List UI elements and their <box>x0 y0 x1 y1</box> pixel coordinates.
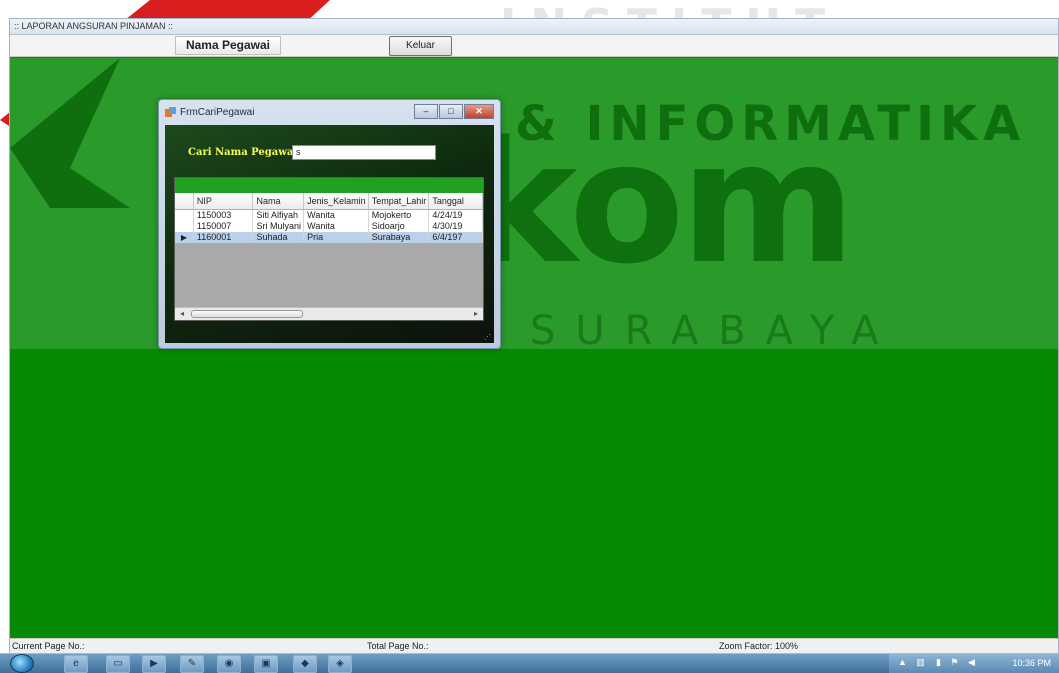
column-header-jenis-kelamin[interactable]: Jenis_Kelamin <box>304 193 369 209</box>
column-header-nama[interactable]: Nama <box>253 193 305 209</box>
employee-grid[interactable]: NIP Nama Jenis_Kelamin Tempat_Lahir Tang… <box>174 177 484 321</box>
program-icon[interactable]: ◈ <box>328 655 352 673</box>
status-bar: Current Page No.: Total Page No.: Zoom F… <box>10 638 1058 653</box>
network-icon[interactable]: ▥ <box>915 657 926 668</box>
dialog-body: Cari Nama Pegawai s NIP Nama Jenis_Kelam… <box>165 125 494 343</box>
cell-nip[interactable]: 1150003 <box>194 210 254 221</box>
table-row-selected[interactable]: ▶ 1160001 Suhada Pria Surabaya 6/4/197 <box>175 232 483 243</box>
table-row[interactable]: 1150007 Sri Mulyani Wanita Sidoarjo 4/30… <box>175 221 483 232</box>
row-pointer-icon[interactable]: ▶ <box>175 232 194 243</box>
minimize-icon: – <box>423 106 429 116</box>
frm-cari-pegawai-dialog: FrmCariPegawai – □ ✕ Cari Nama Pegawai s… <box>158 99 501 349</box>
column-header-tanggal[interactable]: Tanggal <box>429 193 483 209</box>
zoom-factor-label: Zoom Factor: 100% <box>719 641 799 651</box>
flag-icon[interactable]: ⚑ <box>949 657 960 668</box>
window-icon[interactable]: ▣ <box>254 655 278 673</box>
cell-jenis-kelamin[interactable]: Pria <box>304 232 369 243</box>
close-button[interactable]: ✕ <box>464 104 494 119</box>
start-button[interactable] <box>10 654 34 673</box>
maximize-icon: □ <box>448 106 454 116</box>
media-player-icon[interactable]: ▶ <box>142 655 166 673</box>
row-header[interactable] <box>175 221 194 232</box>
maximize-button[interactable]: □ <box>439 104 463 119</box>
clock[interactable]: 10:36 PM <box>1012 658 1051 668</box>
firefox-icon[interactable]: ◉ <box>217 655 241 673</box>
search-input[interactable]: s <box>292 145 436 160</box>
row-header[interactable] <box>175 210 194 221</box>
close-icon: ✕ <box>475 106 483 116</box>
resize-grip-icon[interactable]: ⋰ <box>484 333 492 341</box>
scroll-left-icon[interactable]: ◂ <box>176 309 188 318</box>
form-icon <box>165 107 176 117</box>
cell-nama[interactable]: Siti Alfiyah <box>253 210 305 221</box>
folder-icon[interactable]: ▭ <box>106 655 130 673</box>
keluar-button[interactable]: Keluar <box>389 36 452 56</box>
cell-tempat-lahir[interactable]: Mojokerto <box>369 210 430 221</box>
column-header-tempat-lahir[interactable]: Tempat_Lahir <box>369 193 430 209</box>
paint-icon[interactable]: ✎ <box>180 655 204 673</box>
cell-jenis-kelamin[interactable]: Wanita <box>304 210 369 221</box>
toolbar: Nama Pegawai Keluar <box>10 35 1058 57</box>
cell-jenis-kelamin[interactable]: Wanita <box>304 221 369 232</box>
scrollbar-thumb[interactable] <box>191 310 303 318</box>
window-title: :: LAPORAN ANGSURAN PINJAMAN :: <box>10 19 1058 35</box>
row-header-corner <box>175 193 194 209</box>
cell-tanggal[interactable]: 4/24/19 <box>429 210 483 221</box>
watermark-surabaya: SURABAYA <box>530 308 899 354</box>
show-hidden-icon[interactable]: ▲ <box>897 657 908 668</box>
battery-icon[interactable]: ▮ <box>933 657 944 668</box>
total-page-label: Total Page No.: <box>367 641 429 651</box>
grid-caption-bar <box>175 178 483 193</box>
cell-tempat-lahir[interactable]: Sidoarjo <box>369 221 430 232</box>
search-label: Cari Nama Pegawai <box>188 147 298 158</box>
dialog-title: FrmCariPegawai <box>180 107 255 118</box>
ie-icon[interactable]: e <box>64 655 88 673</box>
cell-nip[interactable]: 1160001 <box>194 232 254 243</box>
app-icon[interactable]: ◆ <box>293 655 317 673</box>
cell-nip[interactable]: 1150007 <box>194 221 254 232</box>
cell-tanggal[interactable]: 6/4/197 <box>429 232 483 243</box>
grid-header: NIP Nama Jenis_Kelamin Tempat_Lahir Tang… <box>175 193 483 210</box>
cell-tanggal[interactable]: 4/30/19 <box>429 221 483 232</box>
minimize-button[interactable]: – <box>414 104 438 119</box>
tab-nama-pegawai[interactable]: Nama Pegawai <box>175 36 281 55</box>
system-tray: ▲ ▥ ▮ ⚑ ◀ 10:36 PM <box>889 654 1059 673</box>
cell-nama[interactable]: Suhada <box>253 232 305 243</box>
table-row[interactable]: 1150003 Siti Alfiyah Wanita Mojokerto 4/… <box>175 210 483 221</box>
column-header-nip[interactable]: NIP <box>194 193 254 209</box>
volume-icon[interactable]: ◀ <box>966 657 977 668</box>
cell-tempat-lahir[interactable]: Surabaya <box>369 232 430 243</box>
dialog-titlebar[interactable]: FrmCariPegawai – □ ✕ <box>159 100 500 125</box>
taskbar: e ▭ ▶ ✎ ◉ ▣ ◆ ◈ ▲ ▥ ▮ ⚑ ◀ 10:36 PM <box>0 653 1059 673</box>
cell-nama[interactable]: Sri Mulyani <box>253 221 305 232</box>
current-page-label: Current Page No.: <box>12 641 85 651</box>
scroll-right-icon[interactable]: ▸ <box>470 309 482 318</box>
horizontal-scrollbar[interactable]: ◂ ▸ <box>175 307 483 320</box>
